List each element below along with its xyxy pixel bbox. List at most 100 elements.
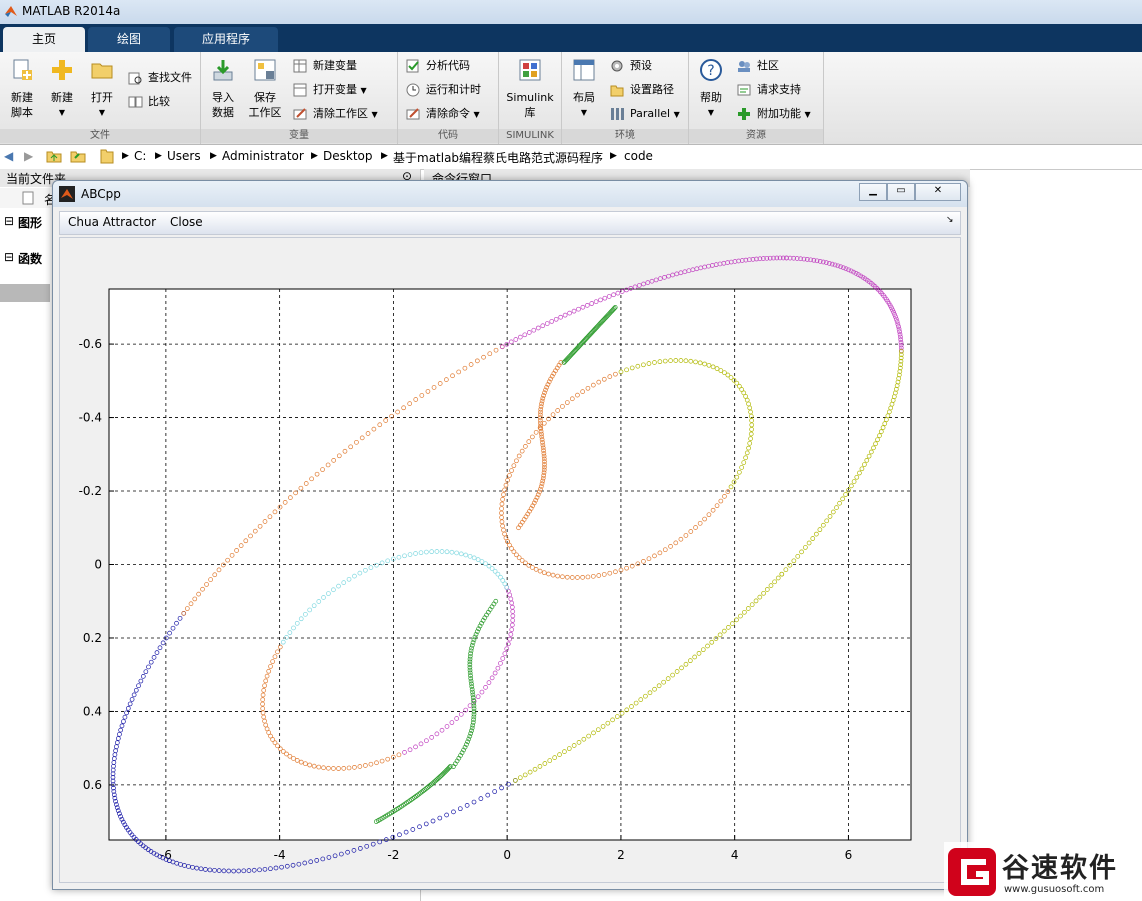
trajectory-point	[231, 868, 237, 874]
up-folder-icon[interactable]	[46, 149, 62, 163]
request-support-button[interactable]: 请求支持	[737, 80, 801, 100]
breadcrumb-c[interactable]: C:	[134, 149, 146, 163]
new-variable-button[interactable]: 新建变量	[293, 56, 357, 76]
community-button[interactable]: 社区	[737, 56, 779, 76]
dock-arrow-icon[interactable]: ↘	[946, 215, 954, 225]
folder-path-icon	[610, 85, 624, 97]
expand-figures-icon[interactable]: ⊟	[4, 214, 14, 228]
group-simulink: Simulink 库 SIMULINK	[499, 52, 562, 144]
minimize-icon[interactable]: ▁	[859, 183, 887, 201]
trajectory-point	[290, 862, 296, 868]
open-label: 打开	[91, 91, 113, 104]
breadcrumb-administrator[interactable]: Administrator	[222, 149, 304, 163]
breadcrumb-code[interactable]: code	[624, 149, 653, 163]
add-ons-dropdown-icon: ▼	[804, 110, 811, 119]
trajectory-point	[182, 863, 187, 868]
svg-text:?: ?	[707, 63, 714, 79]
layout-button[interactable]: 布局 ▼	[566, 58, 602, 120]
group-variable: 导入 数据 保存 工作区 新建变量 打开变量 ▼ 清除工作区 ▼ 变量	[201, 52, 398, 144]
tab-apps[interactable]: 应用程序	[174, 27, 278, 52]
save-workspace-button[interactable]: 保存 工作区	[245, 58, 285, 120]
trajectory-point	[308, 859, 314, 865]
analyze-code-button[interactable]: 分析代码	[406, 56, 470, 76]
trajectory-point	[186, 864, 191, 869]
clear-commands-button[interactable]: 清除命令 ▼	[406, 104, 480, 124]
new-script-icon	[13, 59, 32, 80]
find-files-button[interactable]: 查找文件	[128, 68, 192, 88]
trajectory-point	[302, 860, 308, 866]
browse-folder-icon[interactable]	[70, 149, 86, 163]
new-button[interactable]: 新建 ▼	[44, 58, 80, 120]
title-bar: MATLAB R2014a	[0, 0, 1142, 24]
run-and-time-button[interactable]: 运行和计时	[406, 80, 481, 100]
help-button[interactable]: ? 帮助 ▼	[693, 58, 729, 120]
file-list-header: 名	[0, 188, 56, 208]
trajectory-point	[645, 280, 651, 285]
group-resources-label: 资源	[689, 129, 823, 143]
selected-file-row[interactable]	[0, 284, 50, 302]
find-files-label: 查找文件	[148, 71, 192, 84]
menu-close[interactable]: Close	[170, 215, 203, 229]
trajectory-point	[698, 265, 704, 271]
group-variable-label: 变量	[201, 129, 397, 143]
trajectory-point	[207, 867, 213, 873]
import-data-button[interactable]: 导入 数据	[205, 58, 241, 120]
back-arrow-icon[interactable]: ◀	[4, 149, 13, 163]
help-icon: ?	[700, 59, 722, 81]
simulink-library-button[interactable]: Simulink 库	[503, 58, 557, 120]
new-dropdown-icon: ▼	[58, 108, 66, 117]
ribbon-tab-strip: 主页 绘图 应用程序	[0, 24, 1142, 52]
trajectory-point	[241, 868, 247, 874]
set-path-button[interactable]: 设置路径	[610, 80, 674, 100]
tab-home[interactable]: 主页	[3, 27, 85, 52]
parallel-button[interactable]: Parallel ▼	[610, 104, 680, 124]
trajectory-point	[216, 868, 222, 873]
trajectory-point	[251, 867, 257, 873]
support-icon	[737, 84, 751, 96]
breadcrumb-desktop[interactable]: Desktop	[323, 149, 373, 163]
new-script-button[interactable]: 新建 脚本	[4, 58, 40, 120]
compare-icon	[128, 96, 143, 108]
group-simulink-label: SIMULINK	[499, 129, 561, 143]
y-tick-label: 0.4	[83, 704, 102, 718]
y-tick-label: 0	[94, 558, 102, 572]
clear-workspace-label: 清除工作区	[313, 107, 368, 120]
clear-workspace-dropdown-icon: ▼	[371, 110, 378, 119]
expand-functions-icon[interactable]: ⊟	[4, 250, 14, 264]
open-dropdown-icon: ▼	[98, 108, 106, 117]
compare-label: 比较	[148, 95, 170, 108]
watermark: 谷速软件 www.gusuosoft.com	[944, 842, 1142, 901]
trajectory-point	[198, 866, 204, 872]
close-icon[interactable]: ✕	[915, 183, 961, 201]
community-label: 社区	[757, 59, 779, 72]
tab-plots[interactable]: 绘图	[88, 27, 170, 52]
trajectory-point	[194, 865, 200, 871]
breadcrumb-users[interactable]: Users	[167, 149, 201, 163]
new-label: 新建	[51, 91, 73, 104]
app-title: MATLAB R2014a	[22, 4, 121, 18]
preferences-button[interactable]: 预设	[610, 56, 652, 76]
new-variable-icon	[293, 59, 307, 73]
help-label: 帮助	[700, 91, 722, 104]
trajectory-point	[221, 868, 227, 874]
add-ons-button[interactable]: 附加功能 ▼	[737, 104, 811, 124]
clear-workspace-button[interactable]: 清除工作区 ▼	[293, 104, 378, 124]
open-button[interactable]: 打开 ▼	[84, 58, 120, 120]
menu-chua-attractor[interactable]: Chua Attractor	[68, 215, 156, 229]
community-icon	[738, 61, 750, 72]
ribbon: 新建 脚本 新建 ▼ 打开 ▼ 查找文件 比较 文件 导入 数据 保存 工作区 …	[0, 52, 1142, 145]
trajectory-point	[702, 264, 707, 270]
compare-button[interactable]: 比较	[128, 92, 170, 112]
plus-icon	[52, 60, 72, 80]
trajectory-point	[262, 866, 268, 872]
breadcrumb-project-folder[interactable]: 基于matlab编程蔡氏电路范式源码程序	[393, 149, 603, 166]
set-path-label: 设置路径	[630, 83, 674, 96]
trajectory-point	[257, 867, 262, 873]
parallel-icon	[611, 108, 624, 120]
save-workspace-label: 保存 工作区	[248, 91, 282, 119]
open-variable-button[interactable]: 打开变量 ▼	[293, 80, 367, 100]
forward-arrow-icon[interactable]: ▶	[24, 149, 33, 163]
section-functions: 函数	[18, 252, 43, 266]
trajectory-point	[190, 864, 195, 870]
maximize-icon[interactable]: ▭	[887, 183, 915, 201]
